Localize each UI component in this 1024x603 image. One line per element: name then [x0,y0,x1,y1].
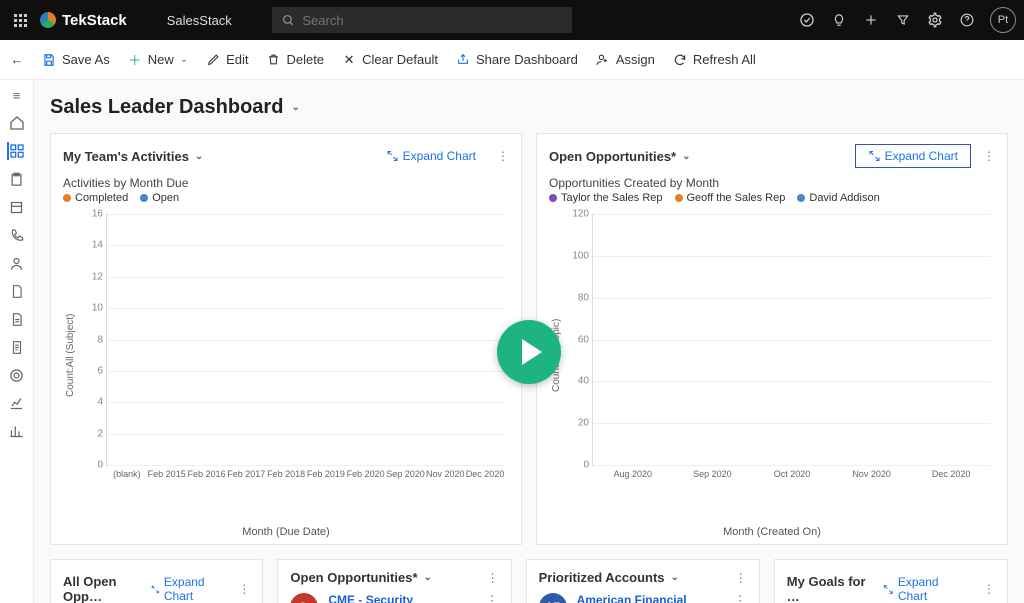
chart-opportunities: 020406080100120Aug 2020Sep 2020Oct 2020N… [564,210,995,500]
site-map: ≡ [0,80,34,603]
x-axis-label: Month (Created On) [549,526,995,538]
chevron-down-icon: ⌄ [424,572,432,583]
expand-chart-button[interactable]: Expand Chart [855,144,971,168]
assistant-icon[interactable] [798,11,816,29]
card-opportunities: Open Opportunities* ⌄ Expand Chart ⋮ Opp… [536,133,1008,545]
assign-button[interactable]: Assign [596,52,655,67]
expand-chart-button[interactable]: Expand Chart [874,570,971,603]
quote-icon[interactable] [8,338,26,356]
refresh-icon [673,53,687,67]
card-title-activities[interactable]: My Team's Activities ⌄ [63,149,203,164]
more-icon[interactable]: ⋮ [238,582,250,596]
plus-icon: ＋ [128,53,142,67]
item-name: CME - Security Operations [328,593,475,603]
card-title[interactable]: All Open Opp… [63,574,142,603]
avatar-chip: AF [539,593,567,603]
new-button[interactable]: ＋New⌄ [128,52,188,67]
more-icon[interactable]: ⋮ [734,593,747,603]
more-icon[interactable]: ⋮ [486,593,499,603]
card-title[interactable]: Prioritized Accounts ⌄ [539,570,679,585]
chevron-down-icon: ⌄ [195,151,203,162]
clear-default-button[interactable]: ✕Clear Default [342,52,438,67]
home-icon[interactable] [8,114,26,132]
avatar-chip: C- [290,593,318,603]
share-dashboard-button[interactable]: Share Dashboard [456,52,578,67]
page-title[interactable]: Sales Leader Dashboard ⌄ [50,96,1008,119]
brand-logo-icon [40,12,56,28]
plus-icon[interactable] [862,11,880,29]
expand-chart-button[interactable]: Expand Chart [377,144,485,168]
card-title[interactable]: My Goals for … [787,574,875,603]
card-open-opps-list: Open Opportunities* ⌄ ⋮ C- CME - Securit… [277,559,511,603]
expand-chart-button[interactable]: Expand Chart [142,570,226,603]
accounts-icon[interactable] [8,198,26,216]
pencil-icon [206,53,220,67]
item-name: American Financial Group [577,593,724,603]
trash-icon [267,53,281,67]
chart-bar-icon[interactable] [8,422,26,440]
phone-icon[interactable] [8,226,26,244]
invoice-icon[interactable] [8,310,26,328]
card-prioritized-accounts: Prioritized Accounts ⌄ ⋮ AF American Fin… [526,559,760,603]
more-icon[interactable]: ⋮ [983,582,995,596]
assign-icon [596,53,610,67]
search-input[interactable] [302,13,563,28]
x-axis-label: Month (Due Date) [63,526,509,538]
more-icon[interactable]: ⋮ [497,149,509,163]
command-bar: ← Save As ＋New⌄ Edit Delete ✕Clear Defau… [0,40,1024,80]
save-as-button[interactable]: Save As [42,52,110,67]
chart-line-icon[interactable] [8,394,26,412]
close-icon: ✕ [342,53,356,67]
more-icon[interactable]: ⋮ [487,571,499,585]
more-icon[interactable]: ⋮ [983,149,995,163]
file-icon[interactable] [8,282,26,300]
card-all-open-opps: All Open Opp… Expand Chart ⋮ Top Custome… [50,559,263,603]
search-icon [280,11,297,29]
delete-button[interactable]: Delete [267,52,325,67]
lightbulb-icon[interactable] [830,11,848,29]
save-icon [42,53,56,67]
play-button[interactable] [497,320,561,384]
chart-legend: Taylor the Sales Rep Geoff the Sales Rep… [549,192,995,204]
chart-legend: Completed Open [63,192,509,204]
share-icon [456,53,470,67]
brand-logo[interactable]: TekStack [40,12,127,29]
refresh-all-button[interactable]: Refresh All [673,52,756,67]
app-name[interactable]: SalesStack [167,13,232,28]
edit-button[interactable]: Edit [206,52,248,67]
global-search[interactable] [272,7,572,33]
dashboard-icon[interactable] [7,142,25,160]
topbar: TekStack SalesStack Pt [0,0,1024,40]
chevron-down-icon: ⌄ [682,151,690,162]
list-item[interactable]: C- CME - Security Operations CME Group 1… [290,593,498,603]
list-item[interactable]: AF American Financial Group 555-555-5571… [539,593,747,603]
help-icon[interactable] [958,11,976,29]
app-launcher-icon[interactable] [8,8,32,32]
hamburger-icon[interactable]: ≡ [8,86,26,104]
chart-subtitle: Activities by Month Due [63,176,509,190]
back-button[interactable]: ← [10,53,24,67]
clipboard-icon[interactable] [8,170,26,188]
chevron-down-icon: ⌄ [180,54,188,65]
card-my-goals: My Goals for … Expand Chart ⋮ Goal Progr… [774,559,1008,603]
arrow-left-icon: ← [10,53,24,67]
chart-activities: 0246810121416(blank)Feb 2015Feb 2016Feb … [78,210,509,500]
filter-icon[interactable] [894,11,912,29]
card-activities: My Team's Activities ⌄ Expand Chart ⋮ Ac… [50,133,522,545]
main-content: Sales Leader Dashboard ⌄ My Team's Activ… [34,80,1024,603]
user-avatar[interactable]: Pt [990,7,1016,33]
gear-icon[interactable] [926,11,944,29]
y-axis-label: Count:All (Subject) [63,210,78,500]
more-icon[interactable]: ⋮ [735,571,747,585]
chevron-down-icon: ⌄ [291,102,299,113]
contact-icon[interactable] [8,254,26,272]
target-icon[interactable] [8,366,26,384]
chart-subtitle: Opportunities Created by Month [549,176,995,190]
card-title[interactable]: Open Opportunities* ⌄ [290,570,432,585]
card-title-opportunities[interactable]: Open Opportunities* ⌄ [549,149,691,164]
brand-name: TekStack [62,12,127,29]
chevron-down-icon: ⌄ [671,572,679,583]
